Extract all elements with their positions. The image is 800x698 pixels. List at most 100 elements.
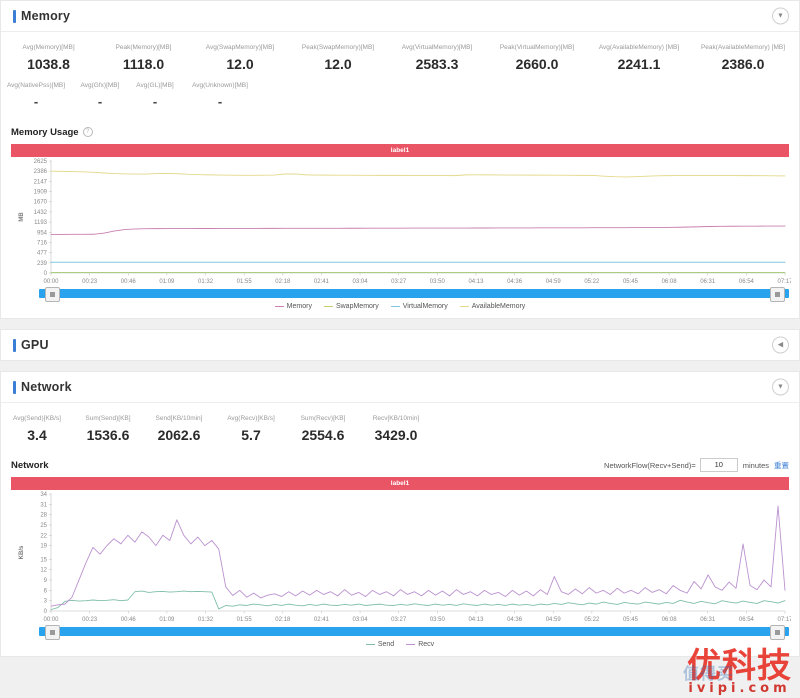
svg-text:06:54: 06:54 xyxy=(739,279,755,285)
svg-text:01:55: 01:55 xyxy=(237,617,253,623)
network-panel-title: Network xyxy=(13,380,72,394)
svg-text:2625: 2625 xyxy=(34,159,48,165)
svg-text:00:23: 00:23 xyxy=(82,617,98,623)
memory-chart-legend: Memory SwapMemory VirtualMemory AvailableMe… xyxy=(11,303,789,310)
metric-cell: Sum(Send)[KB] 1536.6 xyxy=(73,411,143,449)
metric-label: Avg(NativePss)[MB] xyxy=(6,82,66,89)
legend-item[interactable]: SwapMemory xyxy=(323,303,379,310)
metric-value: 3.4 xyxy=(27,427,47,443)
metric-label: Avg(SwapMemory)[MB] xyxy=(205,44,275,51)
network-panel: Network ▼ Avg(Send)[KB/s] 3.4 Sum(Send)[KB… xyxy=(0,371,800,657)
metric-cell: Avg(Recv)[KB/s] 5.7 xyxy=(215,411,287,449)
legend-label: Send xyxy=(377,641,395,648)
gpu-collapse-button[interactable]: ◀ xyxy=(772,336,789,354)
legend-item[interactable]: Recv xyxy=(406,641,434,648)
metric-label: Avg(GL)[MB] xyxy=(136,82,174,89)
network-flow-minutes-input[interactable] xyxy=(699,458,738,472)
metric-cell: Peak(Memory)[MB] 1118.0 xyxy=(96,40,191,78)
legend-color-swatch xyxy=(323,305,333,308)
svg-text:1432: 1432 xyxy=(34,210,48,216)
network-chart-block: Network NetworkFlow(Recv+Send)= minutes … xyxy=(1,453,799,656)
svg-text:34: 34 xyxy=(40,492,47,498)
memory-scroll-handle-left[interactable] xyxy=(45,287,60,302)
network-scroll-handle-left[interactable] xyxy=(45,625,60,640)
metric-label: Recv[KB/10min] xyxy=(372,415,420,422)
svg-text:04:13: 04:13 xyxy=(468,617,484,623)
svg-text:04:36: 04:36 xyxy=(507,279,523,285)
info-icon[interactable]: ? xyxy=(82,127,93,137)
memory-chart-scrollbar[interactable] xyxy=(39,287,789,302)
svg-text:04:36: 04:36 xyxy=(507,617,523,623)
metric-label: Avg(Unknown)[MB] xyxy=(192,82,248,89)
svg-text:02:41: 02:41 xyxy=(314,279,330,285)
svg-text:31: 31 xyxy=(40,502,47,508)
svg-text:28: 28 xyxy=(40,513,47,519)
metric-cell: Avg(VirtualMemory)[MB] 2583.3 xyxy=(387,40,487,78)
svg-text:06:31: 06:31 xyxy=(700,617,716,623)
metric-label: Avg(AvailableMemory) [MB] xyxy=(598,44,680,51)
svg-text:06:54: 06:54 xyxy=(739,617,755,623)
metric-cell: Avg(Unknown)[MB] - xyxy=(181,78,259,116)
memory-usage-chart-title: Memory Usage xyxy=(11,126,79,138)
metric-label: Peak(SwapMemory)[MB] xyxy=(301,44,375,51)
svg-text:07:17: 07:17 xyxy=(777,279,791,285)
metric-label: Peak(AvailableMemory) [MB] xyxy=(700,44,786,51)
svg-text:03:04: 03:04 xyxy=(353,617,369,623)
network-scroll-handle-right[interactable] xyxy=(770,625,785,640)
metric-cell: Sum(Recv)[KB] 2554.6 xyxy=(287,411,359,449)
metric-label: Avg(Send)[KB/s] xyxy=(13,415,61,422)
metric-cell: Avg(Send)[KB/s] 3.4 xyxy=(1,411,73,449)
metric-cell: Avg(NativePss)[MB] - xyxy=(1,78,71,116)
network-chart-title: Network xyxy=(11,459,49,471)
metric-label: Avg(Gfx)[MB] xyxy=(80,82,120,89)
metric-cell: Avg(SwapMemory)[MB] 12.0 xyxy=(191,40,289,78)
svg-text:03:27: 03:27 xyxy=(391,279,407,285)
network-flow-unit: minutes xyxy=(742,460,769,470)
metric-label: Avg(Recv)[KB/s] xyxy=(227,415,275,422)
svg-text:0: 0 xyxy=(44,609,48,615)
metric-cell: Peak(AvailableMemory) [MB] 2386.0 xyxy=(691,40,795,78)
metric-cell: Peak(VirtualMemory)[MB] 2660.0 xyxy=(487,40,587,78)
svg-text:01:32: 01:32 xyxy=(198,279,214,285)
metric-value: 12.0 xyxy=(324,56,352,72)
network-panel-header: Network ▼ xyxy=(1,372,799,403)
network-label-bar-text: label1 xyxy=(390,480,410,487)
metric-value: - xyxy=(152,94,158,109)
svg-text:1909: 1909 xyxy=(34,190,48,196)
svg-text:01:09: 01:09 xyxy=(159,617,175,623)
metric-label: Avg(Memory)[MB] xyxy=(22,44,75,51)
metric-label: Peak(VirtualMemory)[MB] xyxy=(499,44,575,51)
svg-text:03:50: 03:50 xyxy=(430,279,446,285)
memory-scroll-handle-right[interactable] xyxy=(770,287,785,302)
legend-item[interactable]: Memory xyxy=(274,303,312,310)
memory-metrics: Avg(Memory)[MB] 1038.8 Peak(Memory)[MB] 111… xyxy=(1,32,799,120)
memory-usage-chart-header: Memory Usage ? xyxy=(11,124,789,140)
network-collapse-button[interactable]: ▼ xyxy=(772,378,789,396)
legend-color-swatch xyxy=(459,305,469,308)
legend-item[interactable]: AvailableMemory xyxy=(459,303,525,310)
metric-label: Sum(Recv)[KB] xyxy=(300,415,346,422)
network-plot[interactable]: 34 31 28 25 22 19 15 12 9 6 3 0 KB/s 00:00 00:23 00:46 0… xyxy=(11,490,791,625)
metric-value: 2062.6 xyxy=(157,427,201,443)
legend-label: Memory xyxy=(286,303,312,310)
svg-text:03:27: 03:27 xyxy=(391,617,407,623)
svg-text:19: 19 xyxy=(40,544,47,550)
legend-item[interactable]: Send xyxy=(365,641,395,648)
svg-text:2147: 2147 xyxy=(34,179,48,185)
network-chart-header: Network NetworkFlow(Recv+Send)= minutes … xyxy=(11,457,789,473)
network-chart-scrollbar[interactable] xyxy=(39,625,789,640)
memory-collapse-button[interactable]: ▼ xyxy=(772,7,789,25)
metric-value: 2241.1 xyxy=(617,56,661,72)
metric-cell: Avg(GL)[MB] - xyxy=(129,78,181,116)
legend-label: SwapMemory xyxy=(335,303,379,310)
metric-value: 12.0 xyxy=(226,56,254,72)
legend-item[interactable]: VirtualMemory xyxy=(390,303,448,310)
svg-text:MB: MB xyxy=(19,212,25,222)
svg-text:03:50: 03:50 xyxy=(430,617,446,623)
svg-text:00:00: 00:00 xyxy=(43,279,59,285)
memory-usage-plot[interactable]: 2625 2386 2147 1909 1670 1432 1193 954 716 477 239… xyxy=(11,157,791,287)
svg-text:07:17: 07:17 xyxy=(777,617,791,623)
svg-text:954: 954 xyxy=(37,230,48,236)
network-flow-reset-button[interactable]: 重置 xyxy=(774,460,789,471)
metric-cell: Avg(Gfx)[MB] - xyxy=(71,78,129,116)
